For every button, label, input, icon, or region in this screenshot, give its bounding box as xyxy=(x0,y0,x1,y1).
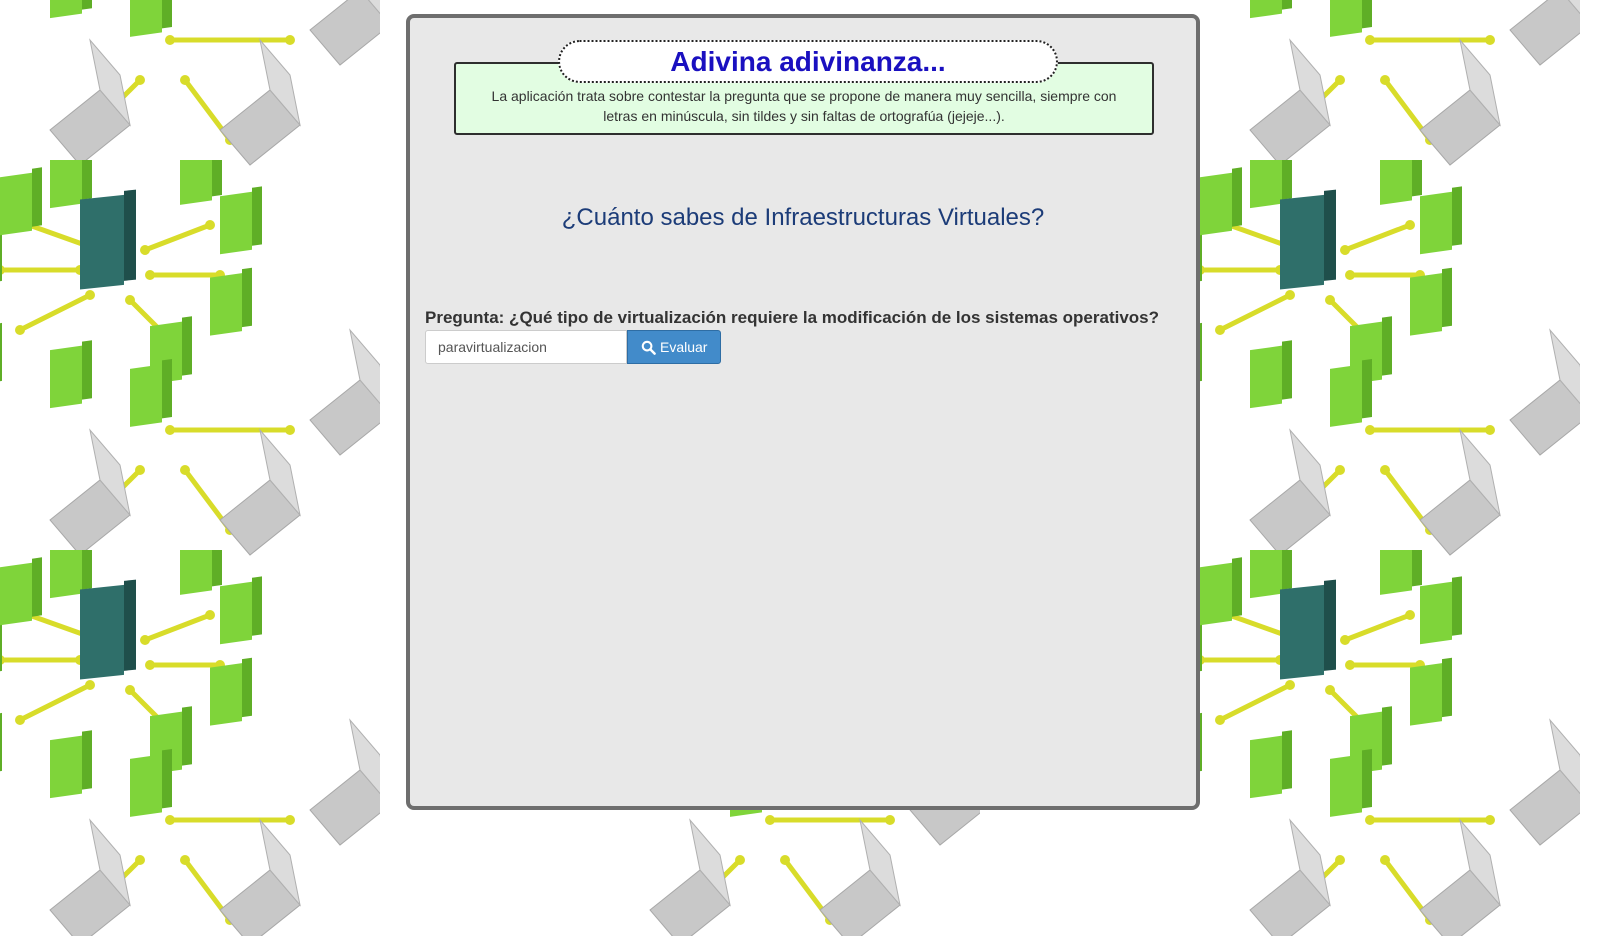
quiz-panel: La aplicación trata sobre contestar la p… xyxy=(406,14,1200,810)
background-tile xyxy=(1160,526,1591,936)
background-tile xyxy=(1160,136,1591,560)
page-title: Adivina adivinanza... xyxy=(670,46,946,77)
quiz-subject-heading: ¿Cuánto sabes de Infraestructuras Virtua… xyxy=(561,204,1045,231)
intro-description: La aplicación trata sobre contestar la p… xyxy=(491,88,1117,124)
evaluate-button[interactable]: Evaluar xyxy=(627,330,722,364)
background-tile xyxy=(0,526,391,936)
answer-input[interactable] xyxy=(425,330,627,364)
evaluate-button-label: Evaluar xyxy=(660,339,708,355)
background-tile xyxy=(1160,0,1591,170)
title-banner: Adivina adivinanza... xyxy=(558,40,1058,83)
background-tile xyxy=(0,136,391,560)
background-tile xyxy=(0,0,391,170)
question-label: Pregunta: ¿Qué tipo de virtualización re… xyxy=(425,308,1160,327)
search-icon xyxy=(641,340,656,355)
